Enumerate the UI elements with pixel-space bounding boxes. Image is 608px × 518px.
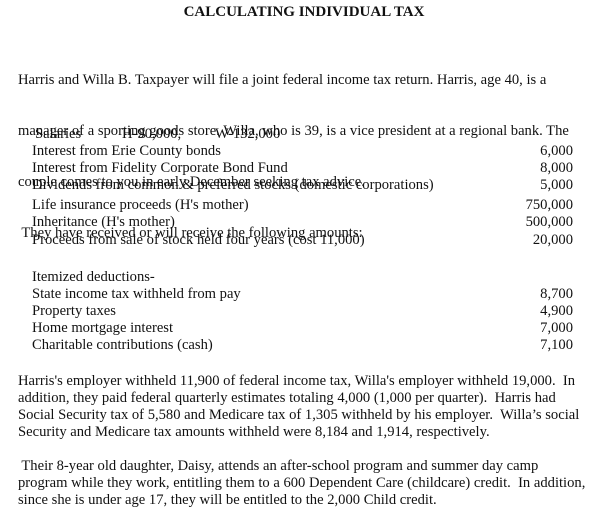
item-amount: 7,100 [540, 337, 573, 353]
item-label: Charitable contributions (cash) [32, 337, 213, 353]
text-line: Their 8-year old daughter, Daisy, attend… [18, 458, 539, 474]
item-amount: 8,700 [540, 286, 573, 302]
item-amount: 4,900 [540, 303, 573, 319]
item-amount: 500,000 [525, 214, 573, 230]
item-amount: 5,000 [540, 177, 573, 193]
item-label: Property taxes [32, 303, 116, 319]
item-amount: 7,000 [540, 320, 573, 336]
income-item: Dividends from common & preferred stocks… [32, 177, 573, 194]
text-line: Security and Medicare tax amounts withhe… [18, 424, 490, 440]
salaries-row: Salaries H-90,000, W-132,000 [35, 126, 576, 143]
item-label: Interest from Erie County bonds [32, 143, 221, 159]
salary-harris: H-90,000, [122, 126, 182, 142]
withholding-paragraph: Harris's employer withheld 11,900 of fed… [18, 373, 579, 441]
text-line: addition, they paid federal quarterly es… [18, 390, 556, 406]
deduction-item: Property taxes 4,900 [32, 303, 573, 320]
item-label: Proceeds from sale of stock held four ye… [32, 232, 365, 248]
item-label: Interest from Fidelity Corporate Bond Fu… [32, 160, 288, 176]
text-line: program while they work, entitling them … [18, 475, 586, 491]
item-label: Inheritance (H's mother) [32, 214, 175, 230]
page-title: CALCULATING INDIVIDUAL TAX [183, 4, 425, 20]
item-label: Home mortgage interest [32, 320, 174, 336]
text-line: Social Security tax of 5,580 and Medicar… [18, 407, 580, 423]
deduction-item: State income tax withheld from pay 8,700 [32, 286, 573, 303]
item-amount: 20,000 [532, 232, 573, 248]
item-label: Life insurance proceeds (H's mother) [32, 197, 249, 213]
text-line: Harris and Willa B. Taxpayer will file a… [18, 72, 547, 88]
salaries-label: Salaries [35, 126, 82, 142]
income-item: Interest from Erie County bonds 6,000 [32, 143, 573, 160]
item-amount: 750,000 [525, 197, 573, 213]
text-line: Harris's employer withheld 11,900 of fed… [18, 373, 576, 389]
item-amount: 8,000 [540, 160, 573, 176]
deduction-item: Home mortgage interest 7,000 [32, 320, 573, 337]
credits-paragraph: Their 8-year old daughter, Daisy, attend… [18, 458, 585, 509]
deductions-heading: Itemized deductions- [32, 269, 155, 285]
income-item: Inheritance (H's mother) 500,000 [32, 214, 573, 231]
income-item: Life insurance proceeds (H's mother) 750,… [32, 197, 573, 214]
text-line: since she is under age 17, they will be … [18, 492, 437, 508]
item-label: State income tax withheld from pay [32, 286, 241, 302]
deduction-item: Charitable contributions (cash) 7,100 [32, 337, 573, 354]
item-amount: 6,000 [540, 143, 573, 159]
income-item: Interest from Fidelity Corporate Bond Fu… [32, 160, 573, 177]
income-item: Proceeds from sale of stock held four ye… [32, 232, 573, 249]
item-label: Dividends from common & preferred stocks… [32, 177, 434, 193]
salary-willa: W-132,000 [215, 126, 281, 142]
